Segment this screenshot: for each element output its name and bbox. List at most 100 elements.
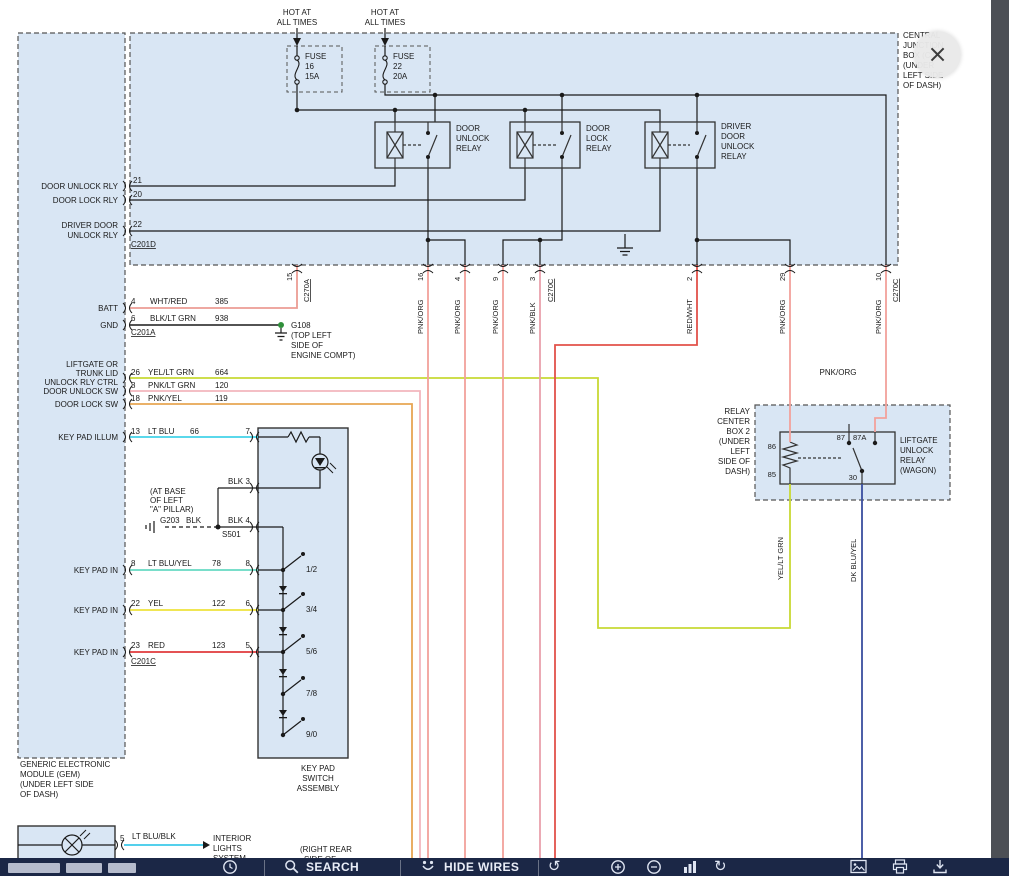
wire-label-29: PNK/ORG [778, 299, 787, 334]
gnd-ckt: 938 [215, 314, 229, 323]
wire-yel-lt-grn-664 [130, 378, 790, 628]
rcb-l5: LEFT [730, 447, 750, 456]
window-edge-strip [991, 0, 1009, 858]
wire-label-3: PNK/BLK [528, 302, 537, 334]
rcb-l3: BOX 2 [726, 427, 750, 436]
keypad1-ckt: 78 [212, 559, 221, 568]
rcb-l1: RELAY [724, 407, 750, 416]
keypad-sw4: 7/8 [306, 689, 318, 698]
keypad-sw2: 3/4 [306, 605, 318, 614]
wire-label-dk-blu-yel: DK BLU/YEL [849, 539, 858, 582]
ground-g108-symbol [275, 328, 287, 340]
liftgate-pin: 26 [131, 368, 140, 377]
relay-lock-l3: RELAY [586, 144, 612, 153]
fuse-right-amp: 20A [393, 72, 408, 81]
keypad2-wire: YEL [148, 599, 164, 608]
wire-red-wht-2 [555, 265, 697, 876]
toolbar-caption-fragment [8, 863, 60, 873]
blk3-pin: 3 [246, 477, 251, 486]
lock-sw-wire: PNK/YEL [148, 394, 182, 403]
conn-c270c-right: C270C [891, 278, 900, 302]
relay-unlock-l3: RELAY [456, 144, 482, 153]
interior-note-l1: (RIGHT REAR [300, 845, 352, 854]
hot-left-l1: HOT AT [283, 8, 311, 17]
keypad2-label: KEY PAD IN [74, 606, 118, 615]
search-label: SEARCH [306, 859, 359, 875]
gem-row-batt: BATT [98, 304, 118, 313]
conn-c270a: C270A [302, 279, 311, 302]
module-boxes [18, 33, 950, 876]
fuse-right-name: FUSE [393, 52, 414, 61]
toolbar-separator [538, 860, 539, 876]
gnd-wire: BLK/LT GRN [150, 314, 196, 323]
relay-driver-l3: UNLOCK [721, 142, 755, 151]
gem-caption-l3: (UNDER LEFT SIDE [20, 780, 94, 789]
illum-dest-pin: 7 [246, 427, 251, 436]
gnd-pin: 6 [131, 314, 136, 323]
relay-driver-l1: DRIVER [721, 122, 751, 131]
keypad3-dest: 5 [246, 641, 251, 650]
interior-pin: 5 [120, 834, 125, 843]
pin-86: 86 [768, 442, 776, 451]
keypad-sw5: 9/0 [306, 730, 318, 739]
diagram-canvas[interactable]: HOT AT ALL TIMES HOT AT ALL TIMES FUSE 1… [0, 0, 1009, 876]
wires-pnk-org [428, 265, 886, 876]
batt-wire: WHT/RED [150, 297, 188, 306]
rcb-l6: SIDE OF [718, 457, 750, 466]
conn-c201c: C201C [131, 657, 156, 666]
g108-splice-dot [278, 322, 284, 328]
hot-left-l2: ALL TIMES [277, 18, 317, 27]
close-icon: × [914, 31, 961, 78]
close-button[interactable]: × [914, 31, 961, 78]
g108-l4: ENGINE COMPT) [291, 351, 356, 360]
interior-lights-arrow [203, 841, 210, 849]
g108-l2: (TOP LEFT [291, 331, 332, 340]
g203-l2: OF LEFT [150, 496, 183, 505]
unlock-sw-wire: PNK/LT GRN [148, 381, 195, 390]
pnk-org-top-label: PNK/ORG [820, 368, 857, 377]
blk3-wire: BLK [228, 477, 244, 486]
liftgate-wire: YEL/LT GRN [148, 368, 194, 377]
rcb-l4: (UNDER [719, 437, 750, 446]
rotate-icon[interactable]: ↻ [714, 859, 727, 875]
hot-right-l2: ALL TIMES [365, 18, 405, 27]
relay-driver-l2: DOOR [721, 132, 745, 141]
g203-l3: "A" PILLAR) [150, 505, 194, 514]
illum-label: KEY PAD ILLUM [58, 433, 118, 442]
cjb-pin-16: 16 [416, 273, 425, 281]
keypad-caption-l3: ASSEMBLY [297, 784, 340, 793]
cjb-pin-10: 10 [874, 273, 883, 281]
rcb-l7: DASH) [725, 467, 750, 476]
relay-unlock-l1: DOOR [456, 124, 480, 133]
g108-l1: G108 [291, 321, 311, 330]
wire-label-16: PNK/ORG [416, 299, 425, 334]
gem-caption-l4: OF DASH) [20, 790, 59, 799]
g203-l1: (AT BASE [150, 487, 186, 496]
blk4-pin: 4 [246, 516, 251, 525]
interior-dest-l2: LIGHTS [213, 844, 242, 853]
pin-30: 30 [849, 473, 857, 482]
toolbar-caption-fragment [66, 863, 102, 873]
fuse-left-name: FUSE [305, 52, 326, 61]
relay-unlock-l2: UNLOCK [456, 134, 490, 143]
liftgate-l1: LIFTGATE OR [66, 360, 118, 369]
pin-87: 87 [837, 433, 845, 442]
keypad-caption-l1: KEY PAD [301, 764, 335, 773]
cjb-box [130, 33, 898, 265]
undo-icon[interactable]: ↺ [548, 859, 561, 875]
gem-pin-20: 20 [133, 190, 142, 199]
hide-wires-button[interactable]: HIDE WIRES [444, 859, 519, 875]
keypad3-wire: RED [148, 641, 165, 650]
liftgate-relay-l1: LIFTGATE [900, 436, 938, 445]
search-button[interactable]: SEARCH [306, 859, 359, 875]
unlock-sw-pin: 8 [131, 381, 136, 390]
fuse-left-num: 16 [305, 62, 314, 71]
fuse-right-num: 22 [393, 62, 402, 71]
hot-right-l1: HOT AT [371, 8, 399, 17]
keypad1-pin: 8 [131, 559, 136, 568]
cjb-pin-3: 3 [528, 277, 537, 281]
interior-wire: LT BLU/BLK [132, 832, 176, 841]
illum-ckt: 66 [190, 427, 199, 436]
gem-row-unlock-rly: DOOR UNLOCK RLY [41, 182, 118, 191]
gem-row-lock-rly: DOOR LOCK RLY [53, 196, 119, 205]
